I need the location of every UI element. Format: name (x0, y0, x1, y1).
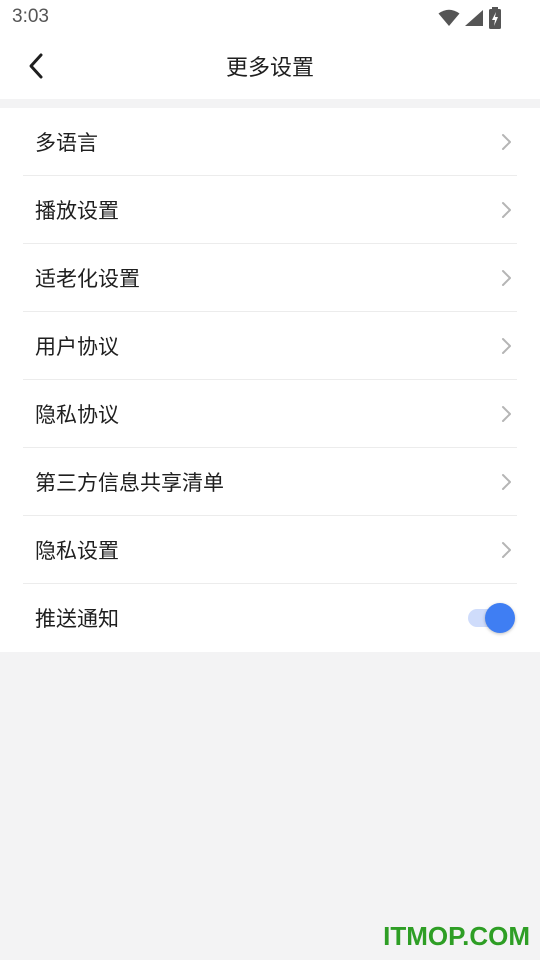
row-label: 隐私协议 (35, 402, 119, 427)
settings-row-elderly-mode[interactable]: 适老化设置 (23, 244, 517, 312)
settings-row-push-notifications: 推送通知 (23, 584, 517, 652)
watermark: ITMOP.COM (383, 921, 530, 951)
row-label: 第三方信息共享清单 (35, 470, 224, 495)
status-bar: 3:03 (0, 0, 540, 36)
toggle-thumb (485, 603, 515, 633)
row-label: 用户协议 (35, 334, 119, 359)
row-label: 多语言 (35, 130, 98, 155)
chevron-right-icon (499, 541, 513, 559)
chevron-right-icon (499, 405, 513, 423)
battery-charging-icon (488, 7, 502, 29)
wifi-icon (438, 9, 460, 27)
settings-row-language[interactable]: 多语言 (23, 108, 517, 176)
page-title: 更多设置 (225, 56, 314, 81)
row-label: 适老化设置 (35, 266, 140, 291)
row-label: 播放设置 (35, 198, 119, 223)
header: 3:03 更多设置 (0, 0, 540, 99)
settings-list: 多语言 播放设置 适老化设置 用户协议 隐私协议 第三方信息共享清单 隐私设置 … (0, 108, 540, 652)
chevron-right-icon (499, 473, 513, 491)
chevron-right-icon (499, 337, 513, 355)
nav-bar: 更多设置 (0, 36, 540, 99)
row-label: 隐私设置 (35, 538, 119, 563)
settings-row-playback[interactable]: 播放设置 (23, 176, 517, 244)
settings-row-third-party-sharing[interactable]: 第三方信息共享清单 (23, 448, 517, 516)
signal-icon (464, 9, 484, 27)
status-icons (438, 7, 502, 29)
settings-row-privacy-agreement[interactable]: 隐私协议 (23, 380, 517, 448)
chevron-right-icon (499, 133, 513, 151)
chevron-right-icon (499, 269, 513, 287)
settings-row-privacy-settings[interactable]: 隐私设置 (23, 516, 517, 584)
chevron-right-icon (499, 201, 513, 219)
status-time: 3:03 (12, 6, 49, 27)
row-label: 推送通知 (35, 607, 119, 631)
settings-row-user-agreement[interactable]: 用户协议 (23, 312, 517, 380)
push-notification-toggle[interactable] (465, 603, 515, 633)
